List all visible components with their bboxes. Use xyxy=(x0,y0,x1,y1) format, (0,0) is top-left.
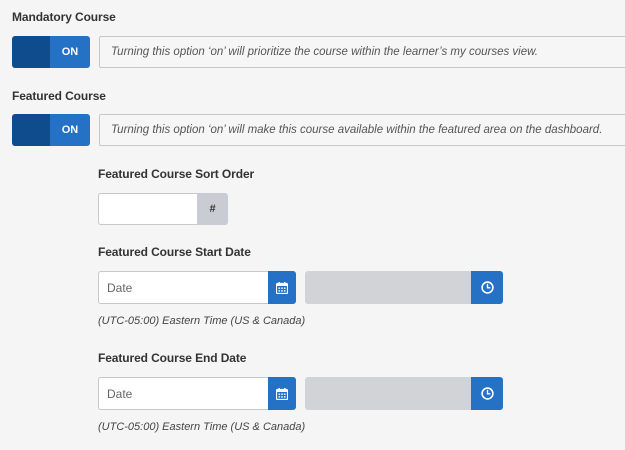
featured-course-help-text: Turning this option ‘on’ will make this … xyxy=(99,114,625,146)
mandatory-course-toggle[interactable]: ON xyxy=(12,36,90,68)
end-date-calendar-button[interactable] xyxy=(268,377,296,410)
calendar-icon xyxy=(276,281,288,294)
featured-course-label: Featured Course xyxy=(12,89,106,103)
calendar-icon xyxy=(276,387,288,400)
start-date-timezone: (UTC-05:00) Eastern Time (US & Canada) xyxy=(98,315,306,327)
end-date-input[interactable] xyxy=(98,377,268,410)
clock-icon xyxy=(480,281,494,294)
mandatory-course-label: Mandatory Course xyxy=(12,10,116,24)
start-date-label: Featured Course Start Date xyxy=(98,245,251,259)
hash-addon: # xyxy=(197,193,228,225)
featured-course-toggle[interactable]: ON xyxy=(12,114,90,146)
toggle-on-label: ON xyxy=(50,114,90,146)
end-date-timezone: (UTC-05:00) Eastern Time (US & Canada) xyxy=(98,421,306,433)
end-date-label: Featured Course End Date xyxy=(98,351,247,365)
sort-order-label: Featured Course Sort Order xyxy=(98,167,255,181)
end-time-clock-button[interactable] xyxy=(471,377,503,410)
start-time-field[interactable] xyxy=(305,271,471,304)
clock-icon xyxy=(480,387,494,400)
toggle-track xyxy=(12,114,50,146)
start-time-clock-button[interactable] xyxy=(471,271,503,304)
mandatory-course-help-text: Turning this option ‘on’ will prioritize… xyxy=(99,36,625,68)
start-date-input[interactable] xyxy=(98,271,268,304)
toggle-track xyxy=(12,36,50,68)
start-date-calendar-button[interactable] xyxy=(268,271,296,304)
toggle-on-label: ON xyxy=(50,36,90,68)
sort-order-input[interactable] xyxy=(98,193,197,225)
end-time-field[interactable] xyxy=(305,377,471,410)
